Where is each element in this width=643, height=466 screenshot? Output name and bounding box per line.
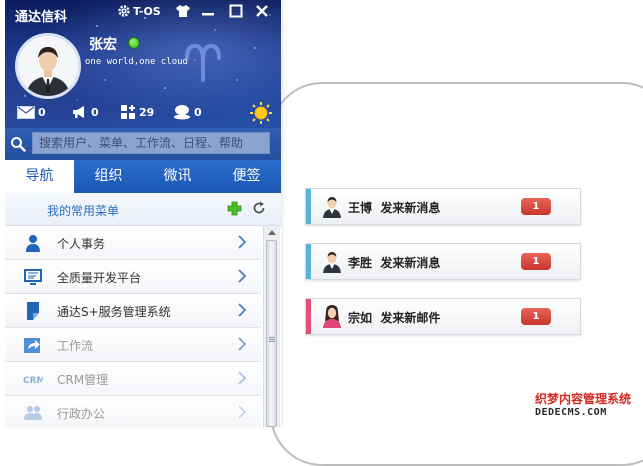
favorites-label[interactable]: 我的常用菜单 bbox=[47, 202, 119, 219]
menu-item-label: CRM管理 bbox=[57, 373, 109, 387]
notice-counter[interactable]: 0 bbox=[72, 103, 99, 121]
crm-icon: CRM bbox=[23, 376, 43, 386]
tab-organization[interactable]: 组织 bbox=[74, 160, 143, 193]
close-icon bbox=[256, 5, 268, 17]
watermark-title: 织梦内容管理系统 bbox=[535, 392, 632, 406]
skin-button[interactable] bbox=[175, 2, 191, 20]
user-portrait-icon bbox=[18, 36, 78, 96]
maximize-icon bbox=[229, 4, 243, 18]
search-icon[interactable] bbox=[10, 136, 26, 152]
notification-item[interactable]: 宗如 发来新邮件 1 bbox=[305, 298, 581, 335]
chevron-right-icon bbox=[238, 337, 247, 351]
chat-bubble-icon bbox=[174, 105, 190, 120]
notification-accent bbox=[306, 299, 311, 334]
notification-text: 宗如 发来新邮件 bbox=[348, 311, 441, 325]
maximize-button[interactable] bbox=[229, 2, 243, 20]
notification-accent bbox=[306, 189, 311, 224]
male-user-icon bbox=[323, 252, 341, 273]
profile-header: 通达信科 T-OS 张宏 one world,one cloud 0 0 29 … bbox=[5, 0, 281, 128]
tab-microchat[interactable]: 微讯 bbox=[143, 160, 212, 193]
scroll-up-arrow-icon[interactable] bbox=[268, 230, 276, 235]
menu-item-personal[interactable]: 个人事务 bbox=[5, 226, 261, 260]
client-window: 通达信科 T-OS 张宏 one world,one cloud 0 0 29 … bbox=[5, 0, 281, 427]
monitor-icon bbox=[24, 269, 42, 285]
refresh-icon[interactable] bbox=[252, 201, 266, 215]
menu-item-label: 通达S+服务管理系统 bbox=[57, 305, 171, 319]
unread-count-badge: 1 bbox=[521, 308, 551, 325]
chat-count: 0 bbox=[194, 105, 202, 119]
apps-counter[interactable]: 29 bbox=[120, 103, 154, 121]
watermark: 织梦内容管理系统 DEDECMS.COM bbox=[535, 390, 640, 418]
female-user-icon bbox=[323, 305, 341, 328]
menu-item-label: 全质量开发平台 bbox=[57, 271, 142, 285]
menu-item-label: 行政办公 bbox=[57, 407, 106, 421]
menu-item-service-management[interactable]: 通达S+服务管理系统 bbox=[5, 294, 261, 328]
menu-item-workflow[interactable]: 工作流 bbox=[5, 328, 261, 362]
male-user-icon bbox=[323, 197, 341, 218]
person-icon bbox=[26, 235, 40, 252]
chevron-right-icon bbox=[238, 269, 247, 283]
apps-grid-icon bbox=[121, 105, 135, 119]
chevron-right-icon bbox=[238, 303, 247, 317]
apps-count: 29 bbox=[139, 105, 155, 119]
document-icon bbox=[27, 302, 39, 320]
menu-item-label: 工作流 bbox=[57, 339, 94, 353]
username: 张宏 bbox=[89, 37, 117, 53]
chevron-right-icon bbox=[238, 235, 247, 249]
notification-accent bbox=[306, 244, 311, 279]
tos-button[interactable]: T-OS bbox=[117, 2, 161, 20]
workflow-icon bbox=[24, 338, 40, 353]
avatar[interactable] bbox=[15, 33, 81, 99]
menu-item-crm[interactable]: CRM CRM管理 bbox=[5, 362, 261, 396]
app-title: 通达信科 bbox=[15, 10, 68, 25]
menu-item-label: 个人事务 bbox=[57, 237, 106, 251]
tab-navigation[interactable]: 导航 bbox=[5, 160, 74, 193]
search-input[interactable] bbox=[32, 132, 270, 154]
sun-weather-icon[interactable] bbox=[249, 101, 273, 125]
notification-item[interactable]: 李胜 发来新消息 1 bbox=[305, 243, 581, 280]
notice-count: 0 bbox=[91, 105, 99, 119]
unread-count-badge: 1 bbox=[521, 253, 551, 270]
svg-text:CRM: CRM bbox=[23, 376, 43, 386]
chat-counter[interactable]: 0 bbox=[173, 103, 202, 121]
scroll-thumb[interactable] bbox=[266, 240, 277, 427]
tshirt-icon bbox=[176, 5, 190, 17]
menu-item-admin-office[interactable]: 行政办公 bbox=[5, 396, 261, 427]
chevron-right-icon bbox=[238, 371, 247, 385]
gear-icon bbox=[118, 5, 130, 17]
mail-count: 0 bbox=[38, 105, 46, 119]
notification-item[interactable]: 王博 发来新消息 1 bbox=[305, 188, 581, 225]
notification-text: 李胜 发来新消息 bbox=[348, 256, 441, 270]
megaphone-icon bbox=[73, 106, 84, 118]
aries-sign-icon bbox=[185, 43, 221, 82]
unread-count-badge: 1 bbox=[521, 198, 551, 215]
add-icon[interactable] bbox=[227, 201, 242, 216]
notification-text: 王博 发来新消息 bbox=[348, 201, 441, 215]
menu-item-quality-platform[interactable]: 全质量开发平台 bbox=[5, 260, 261, 294]
menu-scrollbar[interactable] bbox=[263, 226, 280, 427]
minimize-icon bbox=[202, 13, 214, 16]
main-tabs: 导航 组织 微讯 便签 bbox=[5, 160, 281, 193]
tab-notes[interactable]: 便签 bbox=[212, 160, 281, 193]
search-bar bbox=[5, 128, 281, 160]
navigation-menu: 个人事务 全质量开发平台 通达S+服务管理系统 工作流 CRM CRM管理 行政… bbox=[5, 226, 261, 427]
user-motto[interactable]: one world,one cloud bbox=[85, 57, 188, 67]
people-icon bbox=[24, 406, 42, 420]
close-button[interactable] bbox=[255, 2, 269, 20]
mail-counter[interactable]: 0 bbox=[17, 103, 46, 121]
mail-icon bbox=[17, 105, 35, 119]
online-status-icon[interactable] bbox=[128, 37, 140, 49]
scroll-grip bbox=[269, 337, 275, 338]
watermark-domain: DEDECMS.COM bbox=[535, 407, 607, 418]
minimize-button[interactable] bbox=[201, 2, 215, 20]
favorites-bar: 我的常用菜单 bbox=[5, 193, 281, 226]
tos-label: T-OS bbox=[133, 4, 161, 18]
chevron-right-icon bbox=[238, 405, 247, 419]
